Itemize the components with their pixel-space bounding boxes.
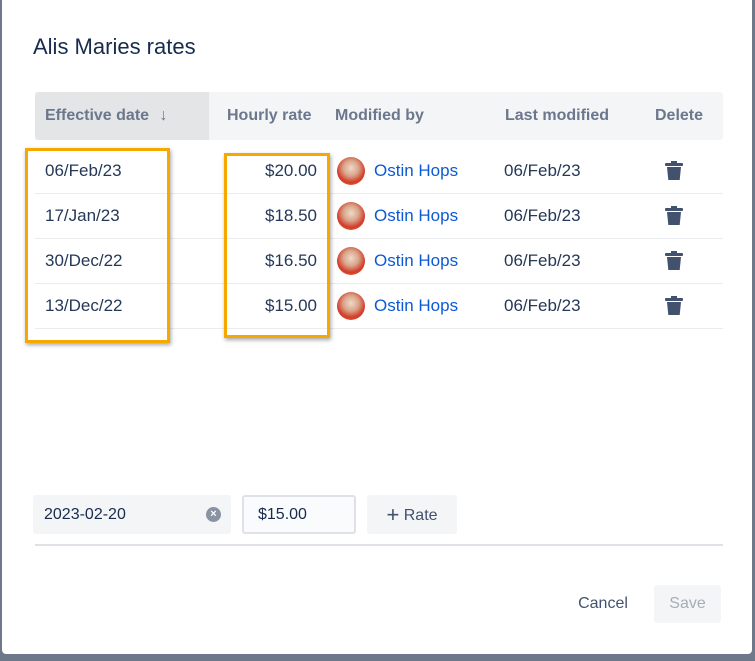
modified-by-link[interactable]: Ostin Hops [374, 251, 458, 271]
plus-icon: + [386, 502, 400, 527]
date-input[interactable]: 2023-02-20 × [33, 495, 231, 534]
divider [35, 544, 723, 546]
trash-icon[interactable] [664, 206, 684, 226]
avatar [337, 202, 365, 230]
add-rate-button[interactable]: + Rate [367, 495, 457, 534]
header-modified-by[interactable]: Modified by [335, 107, 424, 125]
cancel-button[interactable]: Cancel [565, 585, 641, 623]
avatar [337, 292, 365, 320]
table-header: Effective date ↓ Hourly rate Modified by… [35, 92, 723, 140]
highlight-effective-dates [25, 148, 170, 343]
header-label: Effective date [45, 107, 150, 124]
avatar [337, 157, 365, 185]
header-effective-date[interactable]: Effective date ↓ [45, 107, 168, 125]
avatar [337, 247, 365, 275]
modified-by-link[interactable]: Ostin Hops [374, 206, 458, 226]
last-modified: 06/Feb/23 [504, 251, 581, 270]
trash-icon[interactable] [664, 251, 684, 271]
sort-down-icon: ↓ [159, 107, 168, 124]
header-delete: Delete [655, 107, 704, 124]
last-modified: 06/Feb/23 [504, 161, 581, 180]
last-modified: 06/Feb/23 [504, 296, 581, 315]
date-value: 2023-02-20 [44, 506, 126, 523]
dialog-title: Alis Maries rates [33, 34, 196, 59]
last-modified: 06/Feb/23 [504, 206, 581, 225]
trash-icon[interactable] [664, 296, 684, 316]
trash-icon[interactable] [664, 161, 684, 181]
highlight-hourly-rates [224, 153, 330, 338]
save-button[interactable]: Save [654, 585, 721, 623]
clear-icon[interactable]: × [206, 507, 221, 522]
modified-by-link[interactable]: Ostin Hops [374, 296, 458, 316]
rates-dialog: Alis Maries rates Effective date ↓ Hourl… [2, 0, 752, 654]
header-hourly-rate[interactable]: Hourly rate [227, 107, 311, 125]
rate-input[interactable]: $15.00 [242, 495, 356, 534]
modified-by-link[interactable]: Ostin Hops [374, 161, 458, 181]
header-last-modified[interactable]: Last modified [505, 107, 609, 125]
add-rate-label: Rate [403, 507, 438, 524]
